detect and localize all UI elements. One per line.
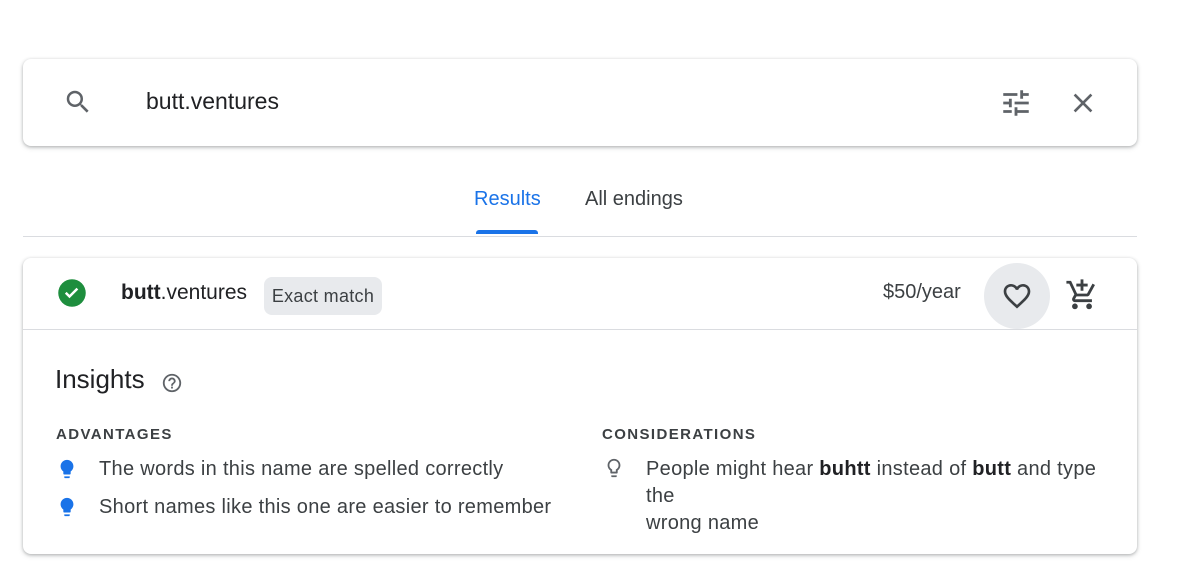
consideration-text: wrong name	[646, 512, 760, 534]
add-to-cart-icon[interactable]	[1065, 278, 1099, 312]
active-tab-indicator	[476, 230, 538, 234]
domain-tld: .ventures	[160, 281, 248, 304]
lightbulb-filled-icon	[60, 459, 74, 479]
consideration-text: instead of	[870, 458, 973, 480]
advantage-item: Short names like this one are easier to …	[99, 496, 552, 518]
considerations-heading: CONSIDERATIONS	[602, 426, 757, 443]
search-input[interactable]: butt.ventures	[146, 88, 279, 115]
domain-name[interactable]: butt.ventures	[121, 281, 247, 305]
domain-sld: butt	[121, 281, 161, 304]
help-icon[interactable]	[161, 372, 183, 394]
favorite-button[interactable]	[984, 263, 1050, 329]
consideration-text: People might hear	[646, 458, 820, 480]
close-icon[interactable]	[1067, 87, 1099, 119]
tune-icon[interactable]	[999, 86, 1033, 120]
tab-bar: Results All endings	[23, 170, 1137, 237]
result-card: butt.ventures Exact match $50/year Insig…	[23, 258, 1137, 554]
consideration-bold: buhtt	[819, 458, 871, 480]
insights-heading: Insights	[55, 364, 145, 394]
tab-results[interactable]: Results	[474, 188, 541, 211]
advantage-item: The words in this name are spelled corre…	[99, 458, 504, 480]
consideration-item: People might hear buhtt instead of butt …	[646, 456, 1126, 537]
search-icon[interactable]	[63, 87, 93, 117]
price: $50/year	[883, 281, 961, 303]
tab-all-endings[interactable]: All endings	[585, 188, 683, 211]
exact-match-badge: Exact match	[264, 277, 382, 315]
advantages-heading: ADVANTAGES	[56, 426, 173, 443]
result-row[interactable]: butt.ventures Exact match $50/year	[23, 258, 1137, 330]
heart-icon	[1003, 284, 1031, 309]
check-circle-icon	[58, 279, 86, 307]
consideration-bold: butt	[972, 458, 1012, 480]
lightbulb-filled-icon	[60, 497, 74, 517]
search-bar[interactable]: butt.ventures	[23, 59, 1137, 146]
lightbulb-outline-icon	[607, 458, 621, 478]
